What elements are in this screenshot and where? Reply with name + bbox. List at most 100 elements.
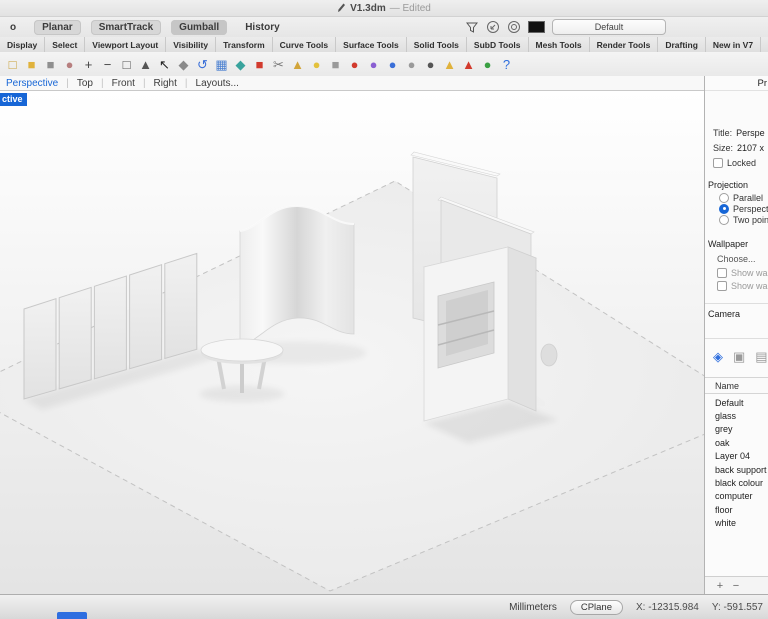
remove-layer-button[interactable]: − <box>729 580 743 592</box>
select-arrow-icon[interactable]: ↖ <box>155 55 174 74</box>
print-icon[interactable]: ● <box>60 55 79 74</box>
ribbon-tab-strip: Display Select Viewport Layout Visibility Tr… <box>0 37 768 53</box>
background-color-swatch[interactable] <box>528 21 545 33</box>
earth-icon[interactable]: ● <box>478 55 497 74</box>
wallpaper-choose-button[interactable]: Choose... <box>705 251 768 266</box>
car-icon[interactable]: ■ <box>250 55 269 74</box>
render-blue-icon[interactable]: ● <box>383 55 402 74</box>
bulb-icon[interactable]: ● <box>307 55 326 74</box>
viewport-tab[interactable]: Layouts... <box>196 78 239 89</box>
sphere-dark-icon[interactable]: ● <box>421 55 440 74</box>
wallpaper-checkbox-row[interactable]: Show wallp <box>705 279 768 292</box>
radio-icon <box>719 214 729 225</box>
render-red-icon[interactable]: ● <box>345 55 364 74</box>
viewport-3d-scene[interactable] <box>0 91 704 594</box>
layer-row[interactable]: Layer 04 <box>705 450 768 463</box>
new-file-icon[interactable]: □ <box>3 55 22 74</box>
layer-row[interactable]: floor <box>705 503 768 516</box>
zoom-in-icon[interactable]: + <box>79 55 98 74</box>
viewport-tab[interactable]: Right <box>154 78 196 89</box>
pan-icon[interactable]: ◆ <box>174 55 193 74</box>
units-label[interactable]: Millimeters <box>509 602 557 613</box>
rotate-view-icon[interactable]: ↺ <box>193 55 212 74</box>
properties-panel-header[interactable]: Pr <box>705 76 768 91</box>
zoom-selected-icon[interactable]: ▲ <box>136 55 155 74</box>
ribbon-tab[interactable]: SubD Tools <box>467 37 529 52</box>
cursor-circle-icon[interactable] <box>486 20 500 34</box>
ribbon-tab[interactable]: Surface Tools <box>336 37 407 52</box>
panel-1 <box>23 298 57 400</box>
locked-checkbox[interactable] <box>713 157 723 168</box>
projection-radio[interactable]: Two point <box>705 214 768 225</box>
dock-item-peek <box>57 612 87 619</box>
object-icon[interactable]: ◆ <box>231 55 250 74</box>
wallpaper-section-label: Wallpaper <box>708 239 749 249</box>
target-icon[interactable] <box>507 20 521 34</box>
ribbon-tab[interactable]: Drafting <box>658 37 706 52</box>
panel-4 <box>129 264 163 370</box>
cplane-dropdown[interactable]: CPlane <box>569 599 624 615</box>
mode-toggle[interactable]: History <box>237 20 287 35</box>
viewport-title-value[interactable]: Perspe <box>736 128 765 138</box>
lamp-icon[interactable]: ▲ <box>288 55 307 74</box>
layers-icon[interactable]: ◈ <box>713 350 723 363</box>
mode-toggle[interactable]: o <box>2 20 24 35</box>
materials-icon[interactable]: ▣ <box>733 350 745 363</box>
ribbon-tab[interactable]: Display <box>0 37 46 52</box>
ribbon-tab[interactable]: New in V7 <box>706 37 762 52</box>
grid-icon[interactable]: ▦ <box>212 55 231 74</box>
viewport-tab-bar: PerspectiveTopFrontRightLayouts... <box>0 76 710 91</box>
panel-2 <box>58 286 92 390</box>
coordinate-y: Y: -591.557 <box>711 601 763 613</box>
zoom-out-icon[interactable]: − <box>98 55 117 74</box>
funnel-icon[interactable]: ▲ <box>440 55 459 74</box>
checkbox-icon <box>717 267 727 278</box>
viewport-tab[interactable]: Front <box>112 78 154 89</box>
display-mode-dropdown[interactable]: Default <box>552 19 666 35</box>
mode-toggle[interactable]: Gumball <box>171 19 228 35</box>
page-icon[interactable]: ▤ <box>755 350 767 363</box>
layers-name-header[interactable]: Name <box>705 377 768 394</box>
perspective-viewport[interactable]: ctive <box>0 91 704 594</box>
ribbon-tab[interactable]: Curve Tools <box>273 37 337 52</box>
ribbon-tab[interactable]: Viewport Layout <box>85 37 167 52</box>
material-ball-icon[interactable]: ● <box>364 55 383 74</box>
layer-row[interactable]: white <box>705 517 768 530</box>
add-layer-button[interactable]: + <box>713 580 727 592</box>
filter-funnel-icon[interactable] <box>465 20 479 34</box>
projection-radio[interactable]: Perspective <box>705 203 768 214</box>
sphere-gray-icon[interactable]: ● <box>402 55 421 74</box>
layer-row[interactable]: grey <box>705 423 768 436</box>
layer-row[interactable]: computer <box>705 490 768 503</box>
zoom-extents-icon[interactable]: □ <box>117 55 136 74</box>
layer-row[interactable]: Default <box>705 396 768 409</box>
status-toggle-bar: o Planar SmartTrack Gumball History Default <box>0 17 768 37</box>
ribbon-tab[interactable]: Mesh Tools <box>529 37 590 52</box>
cut-icon[interactable]: ✂ <box>269 55 288 74</box>
mode-toggle[interactable]: Planar <box>34 19 81 35</box>
viewport-name-overlay[interactable]: ctive <box>0 93 27 106</box>
layers-list: Default glass grey oak Layer 04 back support b… <box>705 394 768 530</box>
viewport-size-value: 2107 x <box>737 142 765 153</box>
ribbon-tab[interactable]: Solid Tools <box>407 37 467 52</box>
layer-row[interactable]: black colour <box>705 476 768 489</box>
mode-toggle[interactable]: SmartTrack <box>90 19 162 35</box>
projection-radio[interactable]: Parallel <box>705 192 768 203</box>
flag-icon[interactable]: ▲ <box>459 55 478 74</box>
ribbon-tab[interactable]: Visibility <box>166 37 217 52</box>
lock-icon[interactable]: ■ <box>326 55 345 74</box>
viewport-tab[interactable]: Top <box>77 78 112 89</box>
open-file-icon[interactable]: ■ <box>22 55 41 74</box>
locked-checkbox-row[interactable]: Locked <box>705 155 768 170</box>
layer-row[interactable]: oak <box>705 436 768 449</box>
layer-row[interactable]: back support <box>705 463 768 476</box>
ribbon-tab[interactable]: Transform <box>216 37 273 52</box>
layer-row[interactable]: glass <box>705 409 768 422</box>
wallpaper-checkbox-row[interactable]: Show wallp <box>705 266 768 279</box>
window-titlebar[interactable]: V1.3dm — Edited <box>0 0 768 17</box>
help-icon[interactable]: ? <box>497 55 516 74</box>
viewport-tab[interactable]: Perspective <box>6 78 77 89</box>
save-icon[interactable]: ■ <box>41 55 60 74</box>
ribbon-tab[interactable]: Render Tools <box>590 37 659 52</box>
ribbon-tab[interactable]: Select <box>45 37 86 52</box>
